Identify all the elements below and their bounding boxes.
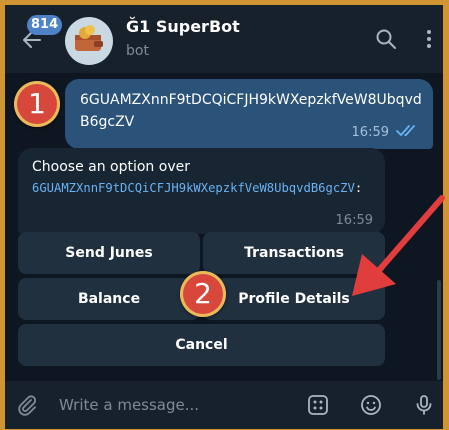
emoji-icon[interactable]	[359, 393, 383, 417]
chat-header: 814 Ğ1 SuperBot bot	[5, 5, 443, 73]
balance-button[interactable]: Balance	[18, 278, 200, 320]
incoming-message-text: Choose an option over	[32, 159, 190, 175]
outgoing-message-time: 16:59	[351, 125, 389, 140]
send-junes-button[interactable]: Send Junes	[18, 232, 200, 274]
pointer-arrow-icon	[352, 195, 445, 296]
bot-avatar[interactable]	[65, 17, 113, 65]
bot-name: Ğ1 SuperBot	[126, 17, 240, 36]
message-input[interactable]	[57, 390, 291, 420]
wallet-address-link[interactable]: 6GUAMZXnnF9tDCQiCFJH9kWXepzkfVeW8UbqvdB6…	[32, 181, 355, 195]
double-check-icon	[396, 125, 415, 136]
step-1-marker: 1	[14, 81, 60, 127]
outgoing-message[interactable]: 6GUAMZXnnF9tDCQiCFJH9kWXepzkfVeW8UbqvdB6…	[65, 79, 433, 149]
cancel-button[interactable]: Cancel	[18, 324, 385, 366]
bot-status: bot	[126, 43, 149, 59]
microphone-icon[interactable]	[412, 393, 436, 417]
step-2-marker: 2	[180, 271, 226, 317]
search-icon[interactable]	[374, 27, 398, 51]
wallet-icon	[75, 25, 103, 51]
message-composer	[5, 381, 443, 429]
bot-keyboard-icon[interactable]	[306, 393, 330, 417]
unread-count-badge: 814	[27, 15, 63, 35]
incoming-message-body: Choose an option over 6GUAMZXnnF9tDCQiCF…	[32, 157, 372, 199]
paperclip-icon[interactable]	[15, 393, 39, 417]
more-options-icon[interactable]	[417, 27, 441, 51]
